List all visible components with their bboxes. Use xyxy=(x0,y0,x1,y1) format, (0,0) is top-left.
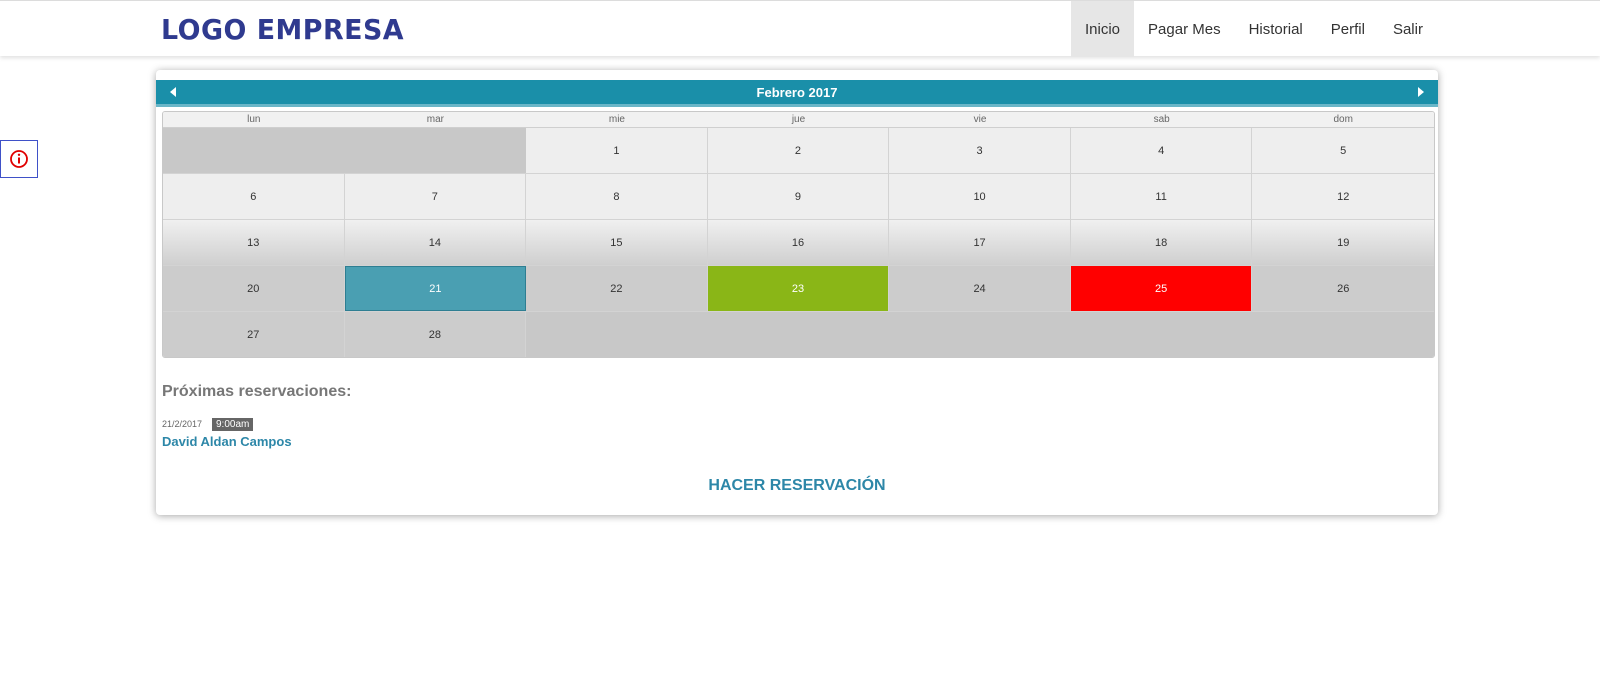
calendar-grid: lun mar mie jue vie sab dom 1 2 3 4 5 6 … xyxy=(162,111,1435,358)
weekday-label: jue xyxy=(791,114,806,125)
weekday-label: mie xyxy=(608,114,625,125)
main-card: Febrero 2017 lun mar mie jue vie sab dom… xyxy=(156,70,1438,515)
calendar-day[interactable]: 16 xyxy=(707,220,890,265)
calendar-empty-cell xyxy=(1070,312,1253,357)
calendar-week: 1 2 3 4 5 xyxy=(163,128,1434,174)
calendar-day[interactable]: 26 xyxy=(1252,266,1434,311)
weekday-label: mar xyxy=(426,114,444,125)
nav-item-salir[interactable]: Salir xyxy=(1379,1,1437,57)
calendar-header: Febrero 2017 xyxy=(156,80,1438,107)
company-logo[interactable]: LOGO EMPRESA xyxy=(161,13,404,46)
calendar-day[interactable]: 18 xyxy=(1070,220,1253,265)
calendar-day[interactable]: 27 xyxy=(163,312,345,357)
weekday-label: dom xyxy=(1333,114,1353,125)
calendar-month-title: Febrero 2017 xyxy=(756,85,838,100)
calendar-empty-cell xyxy=(344,128,527,173)
nav-menu: Inicio Pagar Mes Historial Perfil Salir xyxy=(1071,1,1437,57)
calendar-day[interactable]: 15 xyxy=(526,220,708,265)
weekday-label: lun xyxy=(247,114,261,125)
calendar-day[interactable]: 5 xyxy=(1252,128,1434,173)
calendar-empty-cell xyxy=(1252,312,1434,357)
calendar-empty-cell xyxy=(526,312,708,357)
weekday-label: sab xyxy=(1153,114,1170,125)
calendar-day[interactable]: 17 xyxy=(889,220,1071,265)
weekday-label: vie xyxy=(973,114,987,125)
calendar-day[interactable]: 11 xyxy=(1070,174,1253,219)
calendar-week: 27 28 xyxy=(163,312,1434,357)
calendar-day[interactable]: 24 xyxy=(889,266,1071,311)
calendar-day[interactable]: 4 xyxy=(1070,128,1253,173)
calendar-day-unavailable[interactable]: 25 xyxy=(1070,266,1253,311)
calendar-empty-cell xyxy=(707,312,890,357)
calendar-week: 13 14 15 16 17 18 19 xyxy=(163,220,1434,266)
calendar-week: 20 21 22 23 24 25 26 xyxy=(163,266,1434,312)
upcoming-reservations-title: Próximas reservaciones: xyxy=(162,383,352,400)
info-icon xyxy=(10,150,28,168)
calendar-day[interactable]: 22 xyxy=(526,266,708,311)
calendar-day-selected[interactable]: 21 xyxy=(344,266,527,311)
calendar-day[interactable]: 9 xyxy=(707,174,890,219)
calendar-day[interactable]: 10 xyxy=(889,174,1071,219)
reservation-time-badge: 9:00am xyxy=(212,418,254,431)
calendar-day-available[interactable]: 23 xyxy=(707,266,890,311)
calendar-day[interactable]: 20 xyxy=(163,266,345,311)
nav-item-historial[interactable]: Historial xyxy=(1235,1,1317,57)
info-badge[interactable] xyxy=(0,140,38,178)
nav-item-pagar-mes[interactable]: Pagar Mes xyxy=(1134,1,1235,57)
make-reservation-button[interactable]: HACER RESERVACIÓN xyxy=(156,477,1438,495)
nav-item-inicio[interactable]: Inicio xyxy=(1071,1,1135,57)
calendar-week: 6 7 8 9 10 11 12 xyxy=(163,174,1434,220)
reservation-date: 21/2/2017 xyxy=(162,419,203,429)
calendar-day[interactable]: 6 xyxy=(163,174,345,219)
calendar-day[interactable]: 14 xyxy=(344,220,527,265)
calendar-day[interactable]: 2 xyxy=(707,128,890,173)
calendar-empty-cell xyxy=(889,312,1071,357)
nav-item-perfil[interactable]: Perfil xyxy=(1317,1,1379,57)
calendar-day[interactable]: 3 xyxy=(889,128,1071,173)
calendar-day[interactable]: 13 xyxy=(163,220,345,265)
weekday-header-row: lun mar mie jue vie sab dom xyxy=(163,112,1434,128)
calendar-day[interactable]: 8 xyxy=(526,174,708,219)
calendar-day[interactable]: 19 xyxy=(1252,220,1434,265)
calendar-day[interactable]: 1 xyxy=(526,128,708,173)
calendar-day[interactable]: 28 xyxy=(344,312,527,357)
next-month-icon[interactable] xyxy=(1418,87,1424,97)
top-navbar: LOGO EMPRESA Inicio Pagar Mes Historial … xyxy=(0,0,1600,57)
calendar-day[interactable]: 7 xyxy=(344,174,527,219)
calendar-day[interactable]: 12 xyxy=(1252,174,1434,219)
calendar-empty-cell xyxy=(163,128,345,173)
reservation-name-link[interactable]: David Aldan Campos xyxy=(162,434,292,449)
